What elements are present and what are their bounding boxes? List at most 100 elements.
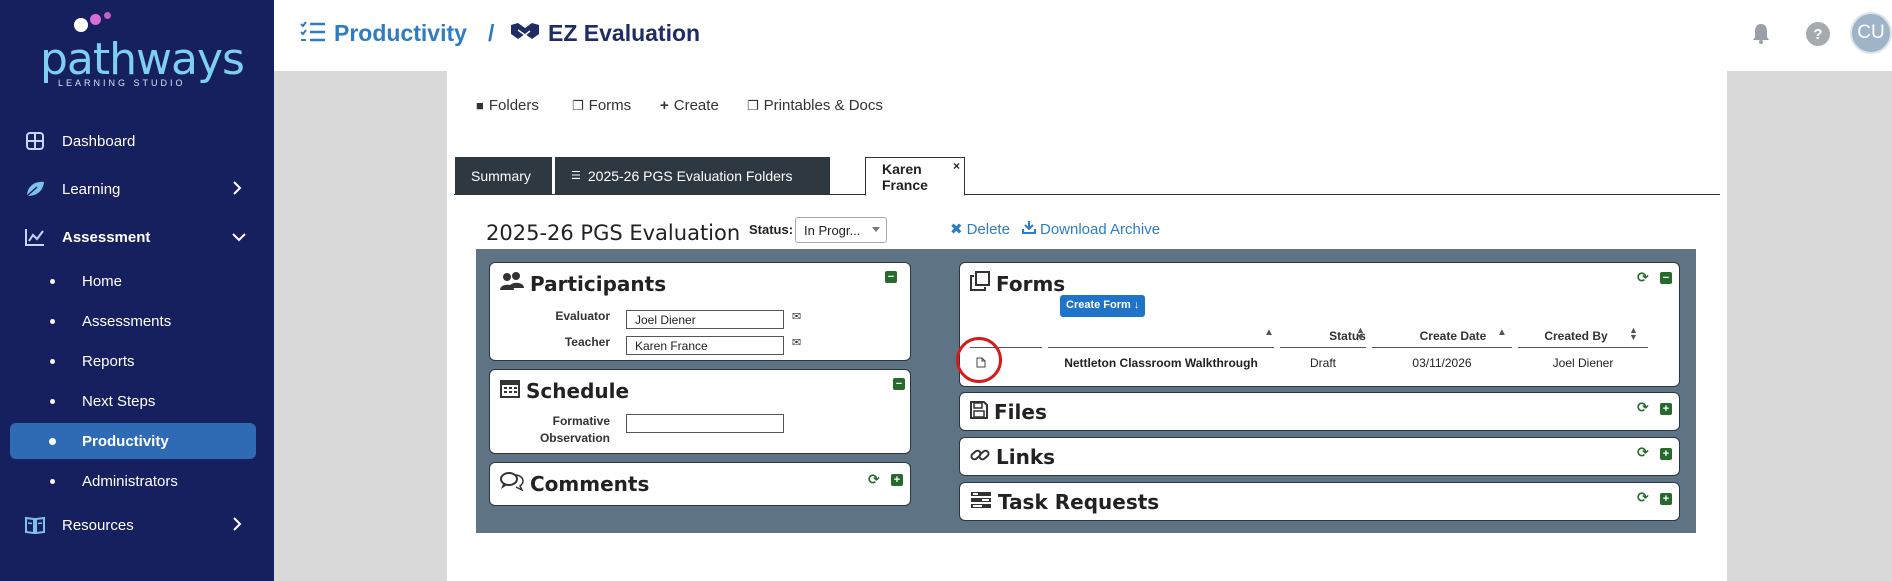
- bullet-icon: [50, 398, 55, 404]
- formative-observation-field[interactable]: [626, 414, 784, 433]
- evaluator-field[interactable]: Joel Diener: [626, 310, 784, 329]
- tab-summary[interactable]: Summary: [455, 157, 552, 194]
- header-underline: [1048, 347, 1274, 348]
- logo-dot-icon: [74, 18, 88, 32]
- comments-card: Comments ⟳ +: [489, 462, 911, 506]
- sidebar-item-assessments[interactable]: Assessments: [10, 303, 256, 339]
- collapse-icon[interactable]: −: [893, 378, 905, 390]
- task-requests-card: Task Requests ⟳ +: [959, 482, 1680, 521]
- nav-item-learning[interactable]: Learning: [0, 171, 274, 207]
- list-icon: ☰: [571, 170, 581, 182]
- breadcrumb-productivity[interactable]: Productivity: [334, 20, 467, 47]
- logo-subtitle: LEARNING STUDIO: [58, 78, 186, 88]
- help-icon[interactable]: ?: [1806, 22, 1830, 46]
- refresh-icon[interactable]: ⟳: [1637, 269, 1649, 286]
- download-archive-link[interactable]: Download Archive: [1022, 220, 1160, 238]
- sidebar-item-next-steps[interactable]: Next Steps: [10, 383, 256, 419]
- handshake-icon: [510, 21, 540, 49]
- sort-icon[interactable]: ▲ ▼: [1629, 326, 1638, 342]
- form-create-date: 03/11/2026: [1412, 356, 1472, 370]
- forms-label: Forms: [588, 97, 632, 114]
- sidebar-item-home[interactable]: Home: [10, 263, 256, 299]
- col-created-by[interactable]: Created By: [1511, 329, 1641, 343]
- page-title: EZ Evaluation: [548, 20, 701, 46]
- expand-icon[interactable]: +: [1660, 448, 1672, 460]
- sidebar: pathways LEARNING STUDIO Dashboard Learn…: [0, 0, 274, 581]
- users-icon: [500, 271, 524, 296]
- close-icon[interactable]: ×: [953, 159, 960, 173]
- observation-label: Observation: [539, 431, 610, 445]
- links-title: Links: [996, 445, 1056, 469]
- sidebar-item-productivity[interactable]: Productivity: [10, 423, 256, 459]
- nav-item-dashboard[interactable]: Dashboard: [0, 123, 274, 159]
- checklist-icon: [300, 20, 326, 48]
- refresh-icon[interactable]: ⟳: [1637, 399, 1649, 416]
- comments-header: Comments: [500, 471, 649, 496]
- envelope-icon[interactable]: ✉: [792, 336, 801, 349]
- pathways-logo[interactable]: pathways LEARNING STUDIO: [40, 12, 245, 88]
- sort-icon[interactable]: ▲ ▼: [1356, 326, 1365, 342]
- refresh-icon[interactable]: ⟳: [1637, 444, 1649, 461]
- logo-dot-icon: [104, 12, 111, 19]
- sidebar-item-administrators[interactable]: Administrators: [10, 463, 256, 499]
- folders-label: Folders: [488, 97, 539, 114]
- header-underline: [1372, 347, 1512, 348]
- sort-up-icon[interactable]: ▲: [1264, 327, 1274, 338]
- files-header: Files: [970, 400, 1047, 424]
- tab-karen-france[interactable]: Karen France ×: [865, 157, 965, 196]
- form-name[interactable]: Nettleton Classroom Walkthrough: [1048, 356, 1274, 370]
- calendar-icon: [500, 378, 520, 403]
- bell-icon[interactable]: [1750, 22, 1772, 44]
- sort-up-icon[interactable]: ▲: [1497, 327, 1507, 338]
- download-icon: [1022, 220, 1036, 238]
- refresh-icon[interactable]: ⟳: [1637, 489, 1649, 506]
- links-header: Links: [970, 445, 1055, 469]
- create-label: Create: [673, 97, 719, 114]
- sidebar-item-reports[interactable]: Reports: [10, 343, 256, 379]
- files-card: Files ⟳ +: [959, 392, 1680, 431]
- refresh-icon[interactable]: ⟳: [868, 471, 880, 488]
- chevron-down-icon: [232, 229, 246, 245]
- leaf-icon: [24, 178, 46, 200]
- evaluation-title: 2025-26 PGS Evaluation: [486, 221, 741, 245]
- times-icon: ✖: [950, 221, 963, 238]
- forms-title: Forms: [996, 271, 1066, 296]
- tab-label: Summary: [471, 167, 531, 184]
- tabs-divider: [454, 194, 1720, 195]
- create-link[interactable]: + Create: [660, 97, 719, 114]
- create-form-button[interactable]: Create Form ↓: [1060, 295, 1146, 317]
- nav-item-resources[interactable]: Resources: [0, 507, 274, 543]
- folders-link[interactable]: ■ Folders: [476, 97, 539, 114]
- collapse-icon[interactable]: −: [885, 271, 897, 283]
- save-icon: [970, 400, 988, 424]
- forms-card: Forms ⟳ − Create Form ↓ ▲ Status ▲ ▼ Crea…: [956, 262, 1680, 387]
- delete-link[interactable]: ✖ Delete: [950, 220, 1010, 239]
- printables-label: Printables & Docs: [763, 97, 883, 114]
- expand-icon[interactable]: +: [891, 474, 903, 486]
- nav-item-assessment[interactable]: Assessment: [0, 219, 274, 255]
- bullet-icon: [50, 358, 55, 364]
- chevron-right-icon: [232, 516, 242, 534]
- collapse-icon[interactable]: −: [1660, 272, 1672, 284]
- plus-icon: +: [660, 97, 669, 114]
- sub-label: Assessments: [82, 312, 172, 330]
- forms-link[interactable]: ❐ Forms: [572, 97, 631, 114]
- evaluation-board: Participants − Evaluator Joel Diener ✉ T…: [476, 249, 1696, 533]
- status-select[interactable]: In Progr...: [795, 217, 887, 243]
- tab-evaluation-folders[interactable]: ☰ 2025-26 PGS Evaluation Folders: [555, 157, 830, 194]
- envelope-icon[interactable]: ✉: [792, 310, 801, 323]
- sub-label: Home: [82, 272, 123, 290]
- formative-label: Formative: [552, 414, 610, 428]
- teacher-field[interactable]: Karen France: [626, 336, 784, 355]
- user-avatar[interactable]: CU: [1850, 12, 1892, 54]
- files-title: Files: [994, 400, 1047, 424]
- expand-icon[interactable]: +: [1660, 493, 1672, 505]
- sub-label: Productivity: [82, 432, 169, 450]
- chart-icon: [24, 226, 46, 248]
- schedule-header: Schedule: [500, 378, 629, 403]
- evaluator-label: Evaluator: [555, 309, 610, 323]
- printables-link[interactable]: ❐ Printables & Docs: [747, 97, 883, 114]
- teacher-label: Teacher: [564, 335, 610, 349]
- expand-icon[interactable]: +: [1660, 403, 1672, 415]
- bullet-icon: [50, 318, 55, 324]
